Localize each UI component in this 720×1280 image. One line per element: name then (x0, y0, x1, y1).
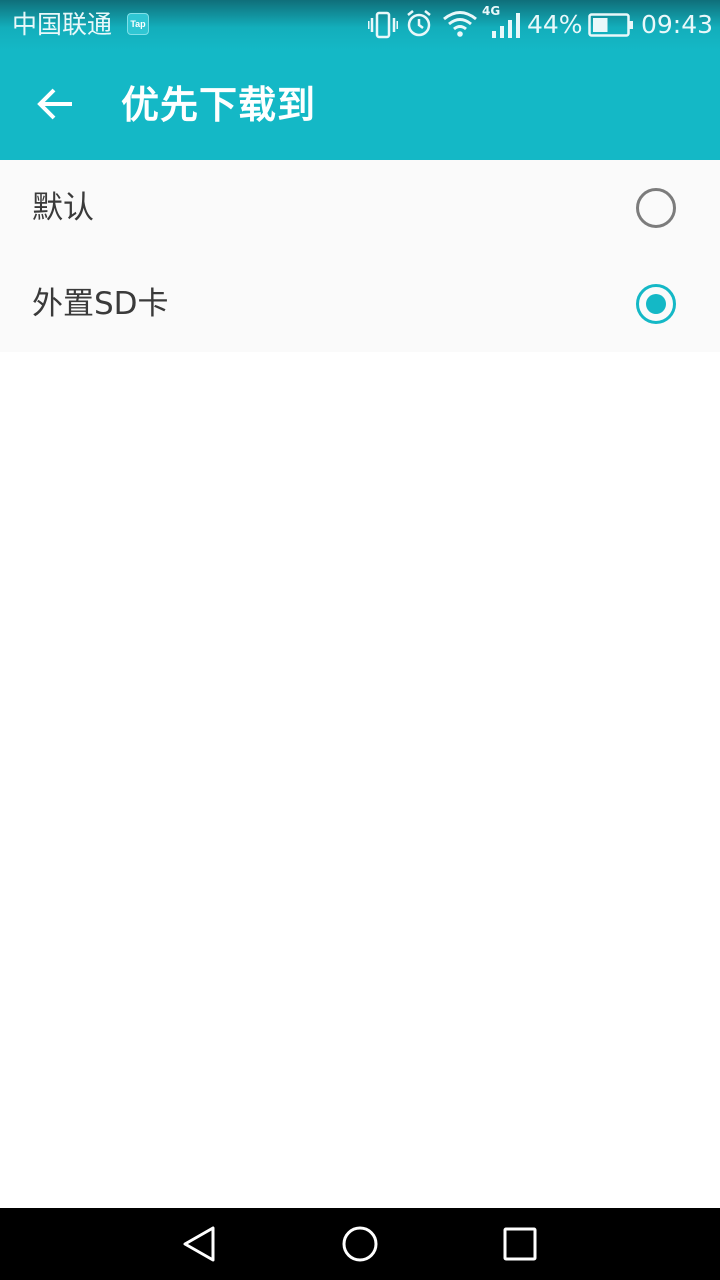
alarm-icon (407, 10, 431, 37)
navigation-bar (0, 1208, 720, 1280)
nav-home-button[interactable] (340, 1224, 380, 1264)
back-triangle-icon (183, 1226, 215, 1262)
vibrate-icon (368, 11, 398, 39)
app-bar: 优先下载到 (0, 50, 720, 160)
battery-icon (588, 13, 633, 37)
signal-icon (492, 13, 520, 38)
carrier-name: 中国联通 (12, 10, 113, 39)
option-external-sd-card[interactable]: 外置SD卡 (0, 256, 720, 352)
clock: 09:43 (641, 10, 714, 39)
arrow-left-icon (37, 88, 72, 120)
tap-notification-icon: Tap (127, 13, 149, 35)
option-default[interactable]: 默认 (0, 160, 720, 256)
page-title: 优先下载到 (121, 83, 317, 127)
recents-square-icon (503, 1227, 537, 1261)
wifi-icon (443, 11, 477, 37)
radio-selected-dot (646, 294, 666, 314)
back-button[interactable] (26, 74, 86, 134)
status-bar: 中国联通 Tap 4G 44% 09:43 (0, 0, 720, 50)
home-circle-icon (342, 1226, 378, 1262)
screen: 中国联通 Tap 4G 44% 09:43 优先下载到 默认 外置SD卡 (0, 0, 720, 1280)
nav-recents-button[interactable] (500, 1224, 540, 1264)
battery-percent: 44% (527, 10, 583, 39)
option-label: 外置SD卡 (32, 286, 169, 322)
option-label: 默认 (32, 190, 94, 226)
download-location-list: 默认 外置SD卡 (0, 160, 720, 352)
radio-button-unselected[interactable] (636, 188, 676, 228)
nav-back-button[interactable] (180, 1224, 220, 1264)
radio-button-selected[interactable] (636, 284, 676, 324)
